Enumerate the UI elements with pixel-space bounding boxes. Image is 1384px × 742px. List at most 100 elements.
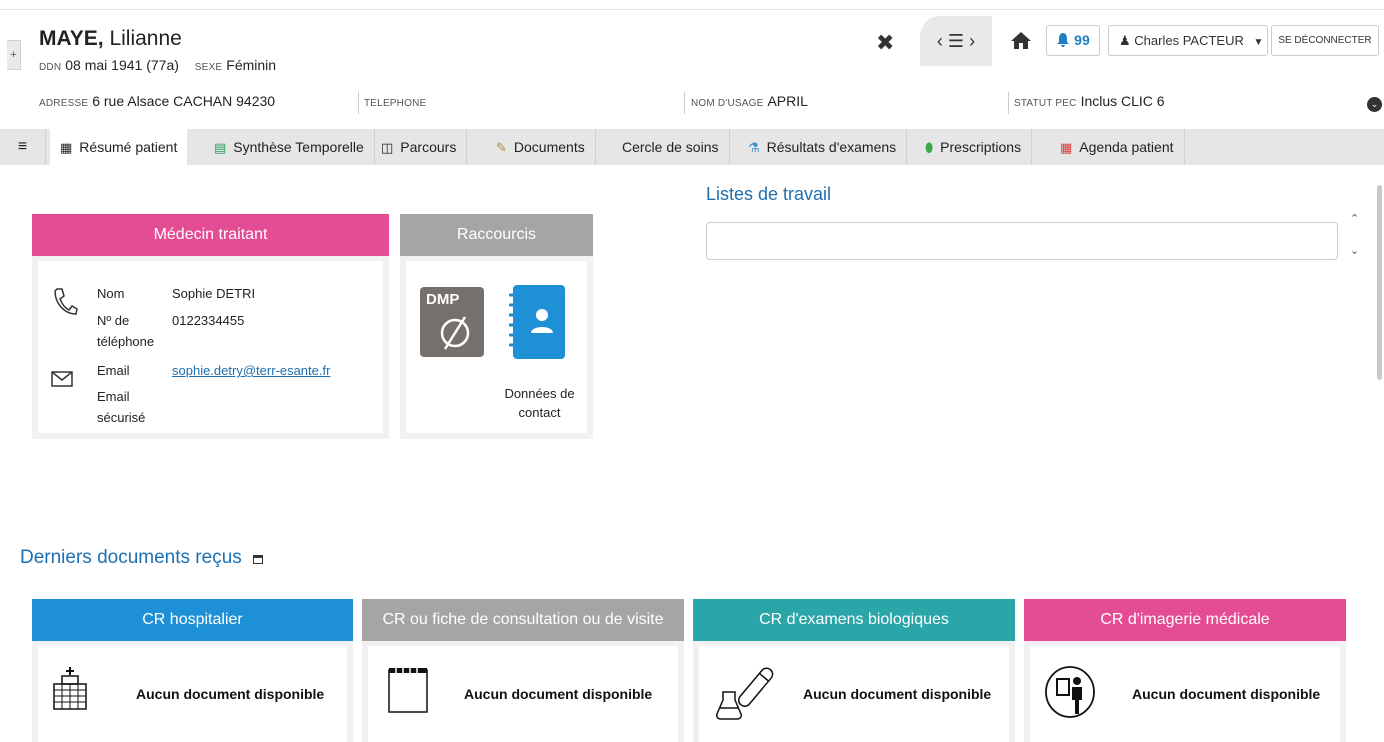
tab-label: Synthèse Temporelle — [233, 139, 364, 155]
tab-cercle-de-soins[interactable]: Cercle de soins — [612, 129, 730, 165]
tel-label-2: téléphone — [97, 334, 155, 349]
cr-examens-biologiques-title: CR d'examens biologiques — [693, 599, 1015, 641]
user-icon: ♟ — [1119, 33, 1131, 48]
email-link[interactable]: sophie.detry@terr-esante.fr — [172, 363, 330, 378]
adresse-value: 6 rue Alsace CACHAN 94230 — [92, 93, 276, 109]
medecin-traitant-card: Médecin traitant Nom Sophie DETRI Nº de … — [32, 214, 389, 439]
sexe-value: Féminin — [226, 57, 277, 73]
logout-button[interactable]: SE DÉCONNECTER — [1271, 25, 1379, 56]
email-label: Email — [97, 363, 130, 378]
top-border — [0, 9, 1384, 10]
tab-resume-patient[interactable]: ▦ Résumé patient — [50, 129, 188, 165]
cr-consultation-title: CR ou fiche de consultation ou de visite — [362, 599, 684, 641]
cr-imagerie-title: CR d'imagerie médicale — [1024, 599, 1346, 641]
cr-hospitalier-card: CR hospitalier Aucun document disponible — [32, 599, 353, 742]
email-securise-label: Email — [97, 389, 130, 404]
user-name: Charles PACTEUR — [1134, 33, 1244, 48]
radiology-icon — [1044, 666, 1096, 723]
chevron-down-icon: ▼ — [1253, 37, 1264, 48]
derniers-documents-label: Derniers documents reçus — [20, 547, 242, 568]
contact-label-line1: Données de — [504, 386, 575, 401]
tab-agenda-patient[interactable]: ▦ Agenda patient — [1050, 129, 1185, 165]
phone-icon — [52, 287, 78, 322]
adresse-label: ADRESSE — [39, 98, 89, 109]
nom-usage-field: NOM D'USAGE APRIL — [691, 93, 808, 109]
pill-icon: ⬮ — [925, 140, 934, 155]
flask-icon: ⚗ — [748, 140, 760, 155]
list-icon[interactable]: ☰ — [948, 31, 964, 51]
home-icon[interactable] — [1010, 30, 1032, 56]
ddn-label: DDN — [39, 62, 62, 73]
raccourcis-title: Raccourcis — [400, 214, 593, 256]
tab-label: Résumé patient — [79, 139, 178, 155]
tab-label: Prescriptions — [940, 139, 1022, 155]
dmp-label: DMP — [426, 291, 460, 308]
empty-message: Aucun document disponible — [1132, 686, 1321, 702]
notification-count: 99 — [1074, 32, 1090, 48]
chevron-down-icon[interactable]: ⌄ — [1350, 244, 1359, 258]
patient-info-row: ADRESSE 6 rue Alsace CACHAN 94230 TELEPHO… — [0, 84, 1384, 118]
sexe-label: SEXE — [194, 62, 223, 73]
cr-examens-biologiques-card: CR d'examens biologiques Aucun document … — [693, 599, 1015, 742]
prev-arrow-icon[interactable]: ‹ — [937, 31, 943, 51]
tab-label: Parcours — [400, 139, 457, 155]
tab-documents[interactable]: ✎ Documents — [486, 129, 596, 165]
divider — [358, 92, 359, 114]
nom-usage-value: APRIL — [767, 93, 808, 109]
close-icon[interactable]: ✖ — [876, 30, 894, 56]
window-icon[interactable] — [253, 555, 264, 564]
medecin-traitant-body: Nom Sophie DETRI Nº de téléphone 0122334… — [38, 261, 383, 433]
cr-examens-biologiques-body: Aucun document disponible — [699, 646, 1009, 742]
cr-imagerie-card: CR d'imagerie médicale Aucun document di… — [1024, 599, 1346, 742]
notifications-button[interactable]: 99 — [1046, 25, 1100, 56]
empty-message: Aucun document disponible — [803, 686, 992, 702]
tab-parcours[interactable]: ◫ Parcours — [371, 129, 468, 165]
timeline-icon: ▤ — [214, 140, 227, 155]
contact-book-icon[interactable] — [507, 283, 567, 366]
user-menu-button[interactable]: ♟ Charles PACTEUR ▼ — [1108, 25, 1268, 56]
bell-icon — [1057, 33, 1070, 47]
nom-usage-label: NOM D'USAGE — [691, 98, 764, 109]
dmp-shortcut[interactable]: DMP — [420, 287, 484, 357]
lab-flask-icon — [715, 662, 777, 725]
dmp-icon — [440, 316, 470, 350]
divider — [1008, 92, 1009, 114]
ddn-value: 08 mai 1941 (77a) — [65, 57, 179, 73]
statut-field: STATUT PEC Inclus CLIC 6 — [1014, 93, 1165, 109]
email-icon — [51, 371, 73, 392]
notepad-icon — [387, 666, 429, 719]
raccourcis-card: Raccourcis DMP Données de contact — [400, 214, 593, 439]
menu-icon[interactable]: ≡ — [0, 129, 46, 165]
tab-synthese-temporelle[interactable]: ▤ Synthèse Temporelle — [204, 129, 375, 165]
tab-bar: ≡ ▦ Résumé patient ▤ Synthèse Temporelle ◫… — [0, 129, 1384, 165]
cr-consultation-card: CR ou fiche de consultation ou de visite… — [362, 599, 684, 742]
expand-sidebar-button[interactable]: + — [7, 40, 21, 70]
patient-identity: DDN 08 mai 1941 (77a) SEXE Féminin — [39, 57, 288, 73]
email-value[interactable]: sophie.detry@terr-esante.fr — [172, 363, 330, 378]
expand-info-icon[interactable]: ⌄ — [1367, 97, 1382, 112]
tab-prescriptions[interactable]: ⬮ Prescriptions — [915, 129, 1033, 165]
listes-de-travail-title: Listes de travail — [706, 184, 832, 204]
tab-resultats-examens[interactable]: ⚗ Résultats d'examens — [738, 129, 908, 165]
tab-label: Documents — [513, 139, 585, 155]
tab-label: Cercle de soins — [622, 139, 719, 155]
hospital-icon — [52, 666, 88, 715]
nom-value: Sophie DETRI — [172, 286, 256, 301]
list-navigation[interactable]: ‹ ☰ › — [920, 16, 992, 66]
tel-label: Nº de — [97, 313, 130, 328]
empty-message: Aucun document disponible — [464, 686, 653, 702]
tel-value: 0122334455 — [172, 313, 245, 328]
chevron-up-icon[interactable]: ⌃ — [1350, 212, 1359, 226]
parcours-icon: ◫ — [381, 140, 394, 155]
adresse-field: ADRESSE 6 rue Alsace CACHAN 94230 — [39, 93, 275, 109]
listes-scroll-arrows[interactable]: ⌃ ⌄ — [1350, 212, 1359, 258]
contact-shortcut-label[interactable]: Données de contact — [492, 386, 587, 420]
scrollbar[interactable] — [1377, 185, 1382, 380]
empty-message: Aucun document disponible — [136, 686, 325, 702]
nom-label: Nom — [97, 286, 125, 301]
tab-label: Résultats d'examens — [766, 139, 897, 155]
next-arrow-icon[interactable]: › — [969, 31, 975, 51]
statut-value: Inclus CLIC 6 — [1080, 93, 1165, 109]
listes-de-travail-select[interactable] — [706, 222, 1338, 260]
calendar-icon: ▦ — [1060, 140, 1073, 155]
